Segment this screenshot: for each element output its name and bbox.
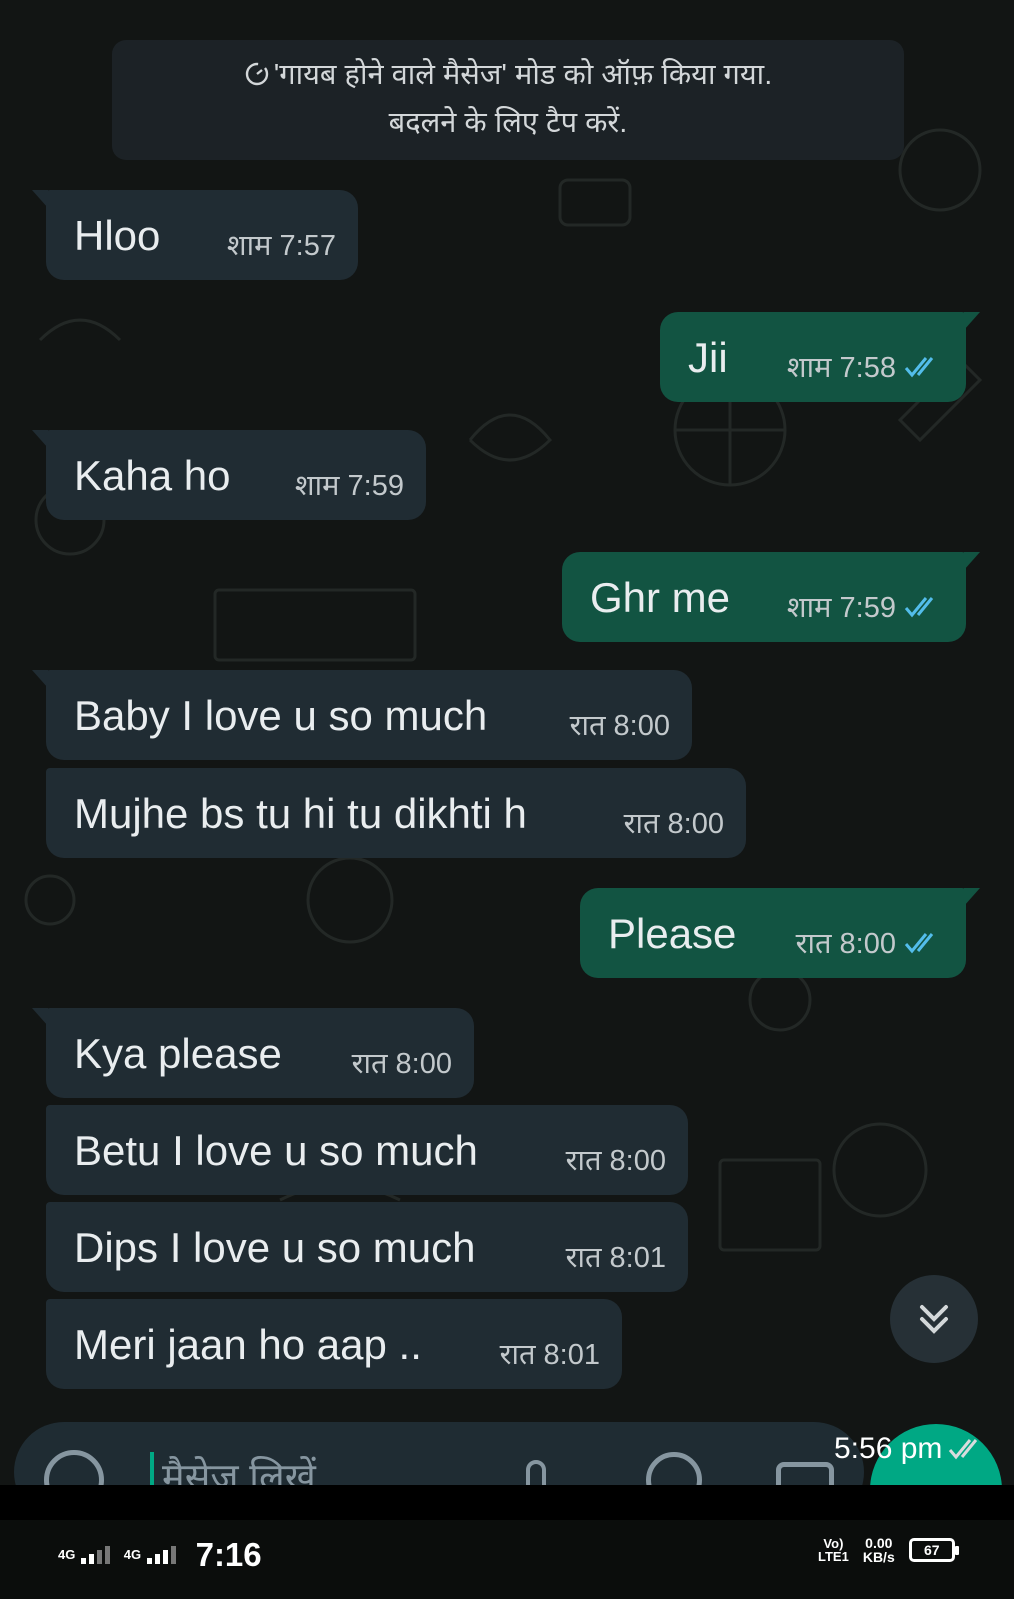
speed-unit: KB/s — [862, 1549, 895, 1565]
message-time: रात 8:00 — [351, 1048, 452, 1080]
timer-icon — [245, 62, 268, 86]
double-chevron-down-icon — [920, 1305, 948, 1334]
message-bubble-outgoing[interactable]: Please रात 8:00 — [580, 888, 980, 978]
message-bubble-incoming[interactable]: Dips I love u so much रात 8:01 — [46, 1202, 688, 1292]
network-speed: 0.00 KB/s — [863, 1536, 895, 1564]
message-bubble-incoming[interactable]: Baby I love u so much रात 8:00 — [32, 670, 692, 760]
screenshot-timestamp: 5:56 pm — [834, 1432, 984, 1466]
message-time: रात 8:00 — [623, 808, 724, 840]
status-bar-right: Vo) LTE1 0.00 KB/s 67 — [818, 1536, 959, 1564]
message-bubble-outgoing[interactable]: Jii शाम 7:58 — [660, 312, 980, 402]
signal-bars-icon — [80, 1546, 110, 1564]
message-input[interactable]: मैसेज लिखें — [162, 1450, 316, 1485]
message-text: Betu I love u so much — [74, 1127, 478, 1174]
message-bubble-incoming[interactable]: Meri jaan ho aap .. रात 8:01 — [46, 1299, 622, 1389]
message-text: Hloo — [74, 212, 161, 259]
sim2-signal: 4G — [124, 1546, 178, 1564]
message-text: Mujhe bs tu hi tu dikhti h — [74, 790, 527, 837]
double-tick-icon — [949, 1439, 978, 1460]
message-time: रात 8:00 — [795, 928, 896, 960]
double-tick-read-icon — [904, 356, 934, 377]
message-time: शाम 7:59 — [786, 592, 896, 624]
message-bubble-incoming[interactable]: Mujhe bs tu hi tu dikhti h रात 8:00 — [46, 768, 746, 858]
attach-icon[interactable] — [526, 1460, 546, 1485]
emoji-icon[interactable] — [44, 1450, 104, 1485]
message-bubble-incoming[interactable]: Kya please रात 8:00 — [32, 1008, 474, 1098]
text-cursor — [150, 1452, 154, 1485]
battery-level: 67 — [923, 1542, 940, 1558]
chat-area[interactable]: 'गायब होने वाले मैसेज' मोड को ऑफ़ किया ग… — [0, 0, 1014, 1485]
message-meta: शाम 7:58 — [787, 347, 944, 386]
double-tick-read-icon — [904, 596, 934, 617]
message-bubble-incoming[interactable]: Kaha ho शाम 7:59 — [32, 430, 426, 520]
message-time: रात 8:01 — [499, 1339, 600, 1371]
status-clock: 7:16 — [195, 1536, 262, 1573]
double-tick-read-icon — [904, 932, 934, 953]
message-meta: शाम 7:59 — [787, 587, 944, 626]
scroll-to-bottom-button[interactable] — [890, 1275, 978, 1363]
message-text: Kya please — [74, 1030, 282, 1077]
signal-bars-icon — [146, 1546, 176, 1564]
status-bar-left: 4G 4G 7:16 — [58, 1536, 262, 1574]
message-text: Ghr me — [590, 574, 731, 621]
lte-label: LTE1 — [818, 1549, 849, 1564]
message-time: रात 8:00 — [565, 1145, 666, 1177]
message-time: रात 8:00 — [569, 710, 670, 742]
sim2-network-label: 4G — [123, 1547, 142, 1562]
message-text: Baby I love u so much — [74, 692, 488, 739]
camera-icon[interactable] — [776, 1462, 834, 1485]
disappearing-messages-notice[interactable]: 'गायब होने वाले मैसेज' मोड को ऑफ़ किया ग… — [112, 40, 904, 160]
sim1-network-label: 4G — [58, 1547, 76, 1562]
timestamp-text: 5:56 pm — [834, 1432, 943, 1465]
notice-line-2: बदलने के लिए टैप करें. — [388, 107, 628, 139]
message-text: Kaha ho — [74, 452, 231, 499]
message-text: Dips I love u so much — [74, 1224, 476, 1271]
message-text: Meri jaan ho aap .. — [74, 1321, 422, 1368]
message-time: रात 8:01 — [565, 1242, 666, 1274]
status-bar: 4G 4G 7:16 Vo) LTE1 0.00 KB/s 67 — [0, 1520, 1014, 1599]
message-text: Jii — [688, 334, 728, 381]
speed-value: 0.00 — [865, 1535, 893, 1551]
notice-line-1: 'गायब होने वाले मैसेज' मोड को ऑफ़ किया ग… — [273, 59, 773, 91]
message-time: शाम 7:57 — [226, 230, 336, 262]
message-bubble-incoming[interactable]: Betu I love u so much रात 8:00 — [46, 1105, 688, 1195]
message-bubble-incoming[interactable]: Hloo शाम 7:57 — [32, 190, 358, 280]
battery-icon: 67 — [908, 1538, 959, 1562]
message-text: Please — [608, 910, 737, 957]
message-time: शाम 7:59 — [294, 470, 404, 502]
message-time: शाम 7:58 — [786, 352, 896, 384]
rupee-icon[interactable] — [646, 1452, 702, 1485]
sim1-signal: 4G — [58, 1546, 112, 1564]
message-composer[interactable]: मैसेज लिखें — [14, 1422, 864, 1485]
volte-indicator: Vo) LTE1 — [818, 1537, 849, 1563]
message-bubble-outgoing[interactable]: Ghr me शाम 7:59 — [562, 552, 980, 642]
message-meta: रात 8:00 — [796, 923, 944, 962]
